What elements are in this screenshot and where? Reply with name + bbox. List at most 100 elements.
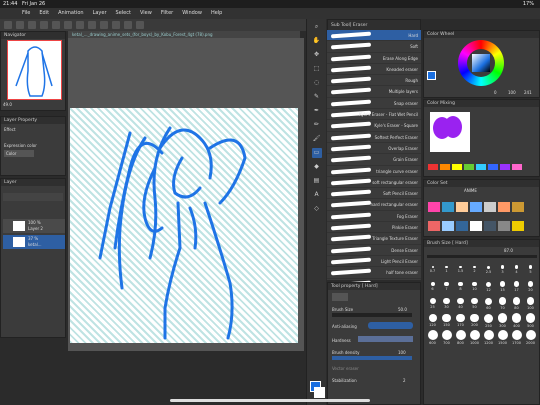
mixing-canvas[interactable]	[430, 112, 470, 152]
brush-item[interactable]: Softest Perfect Eraser	[327, 132, 421, 143]
new-icon[interactable]	[4, 21, 12, 29]
select-tool-icon[interactable]: ⬚	[312, 64, 322, 74]
color-set-grid[interactable]	[427, 198, 539, 234]
clear-icon[interactable]	[64, 21, 72, 29]
brush-size-cell[interactable]: 200	[468, 313, 481, 329]
brush-item[interactable]: Snap eraser	[327, 98, 421, 110]
brush-size-cell[interactable]: 500	[524, 313, 537, 329]
transform-icon[interactable]	[76, 21, 84, 29]
navigator-zoom[interactable]: 49.0	[3, 102, 12, 107]
sub-color-icon[interactable]	[314, 387, 325, 398]
save-icon[interactable]	[28, 21, 36, 29]
color-set-name[interactable]: ANIME	[464, 188, 477, 193]
brush-size-cell[interactable]: 30	[440, 296, 453, 312]
hardness-selector[interactable]	[358, 336, 413, 342]
menu-animation[interactable]: Animation	[58, 8, 84, 19]
current-color-swatch[interactable]	[427, 71, 436, 80]
canvas-tab[interactable]: ketal_..._drawing_anime_sets_(for_boys)_…	[68, 31, 300, 38]
figure-tool-icon[interactable]: ◇	[312, 204, 322, 214]
brush-size-cell[interactable]: 25	[426, 296, 439, 312]
brush-size-cell[interactable]: 12	[482, 279, 495, 295]
brush-item[interactable]: Triangle Texture Eraser	[327, 233, 421, 245]
brush-size-cell[interactable]: 100	[524, 296, 537, 312]
deselect-icon[interactable]	[88, 21, 96, 29]
brush-size-slider[interactable]	[332, 313, 412, 317]
brush-size-panel-slider[interactable]	[427, 255, 537, 258]
brush-size-cell[interactable]: 170	[454, 313, 467, 329]
brush-item[interactable]: half tone eraser	[327, 267, 421, 279]
brush-size-cell[interactable]: 800	[454, 330, 467, 346]
brush-size-cell[interactable]: 10	[468, 279, 481, 295]
brush-size-cell[interactable]: 120	[426, 313, 439, 329]
ruler-icon[interactable]	[136, 21, 144, 29]
brush-size-cell[interactable]: 2.5	[482, 262, 495, 278]
brush-size-cell[interactable]: 6	[426, 279, 439, 295]
invert-icon[interactable]	[100, 21, 108, 29]
snap-icon[interactable]	[124, 21, 132, 29]
move-tool-icon[interactable]: ✥	[312, 50, 322, 60]
redo-icon[interactable]	[52, 21, 60, 29]
brush-item[interactable]: Overlap Eraser	[327, 143, 421, 155]
brush-size-cell[interactable]: 400	[510, 313, 523, 329]
brush-size-cell[interactable]: 300	[496, 313, 509, 329]
menu-window[interactable]: Window	[182, 8, 202, 19]
brush-size-cell[interactable]: 3	[496, 262, 509, 278]
brush-size-cell[interactable]: 150	[440, 313, 453, 329]
eyedropper-icon[interactable]: ✎	[312, 92, 322, 102]
gradient-tool-icon[interactable]: ▤	[312, 176, 322, 186]
mixing-palette[interactable]	[427, 156, 537, 170]
menu-view[interactable]: View	[140, 8, 152, 19]
eraser-tool-icon[interactable]: ▭	[311, 148, 322, 158]
brush-item[interactable]: Erase Along Edge	[327, 53, 421, 64]
menu-edit[interactable]: Edit	[39, 8, 49, 19]
brush-size-cell[interactable]: 8	[454, 279, 467, 295]
layer-row[interactable]: 37 % ketal...	[3, 235, 65, 249]
undo-icon[interactable]	[40, 21, 48, 29]
brush-size-cell[interactable]: 4	[510, 262, 523, 278]
brush-item[interactable]: Kneaded eraser	[327, 64, 421, 76]
brush-item[interactable]: Rough	[327, 75, 421, 87]
brush-size-cell[interactable]: 0.7	[426, 262, 439, 278]
brush-item[interactable]: Multiple layers	[327, 86, 421, 98]
brush-item[interactable]: Hard	[327, 30, 421, 42]
brush-size-cell[interactable]: 60	[482, 296, 495, 312]
pen-tool-icon[interactable]: ✒	[312, 106, 322, 116]
brush-size-cell[interactable]: 1	[440, 262, 453, 278]
brush-item[interactable]: Grain Eraser	[327, 154, 421, 166]
brush-size-cell[interactable]: 50	[468, 296, 481, 312]
brush-size-cell[interactable]: 1000	[468, 330, 481, 346]
layer-row[interactable]: 100 % Layer 2	[3, 219, 65, 233]
expression-color-select[interactable]: Color	[4, 150, 34, 157]
brush-item[interactable]: Pinkie Eraser	[327, 222, 421, 234]
menu-select[interactable]: Select	[116, 8, 131, 19]
brush-size-cell[interactable]: 600	[426, 330, 439, 346]
lasso-tool-icon[interactable]: ◌	[312, 78, 322, 88]
brush-item[interactable]: Soft	[327, 41, 421, 53]
brush-size-cell[interactable]: 1500	[496, 330, 509, 346]
navigator-preview[interactable]	[7, 40, 62, 100]
brush-size-cell[interactable]: 17	[510, 279, 523, 295]
pencil-tool-icon[interactable]: ✏	[312, 120, 322, 130]
brush-tool-icon[interactable]: 🖌	[312, 134, 322, 144]
brush-size-cell[interactable]: 1200	[482, 330, 495, 346]
brush-density-slider[interactable]	[332, 356, 412, 360]
brush-size-cell[interactable]: 40	[454, 296, 467, 312]
brush-item[interactable]: triangle curve eraser	[327, 166, 421, 177]
anti-aliasing-selector[interactable]	[368, 322, 413, 329]
brush-item[interactable]: Soft Pencil Eraser	[327, 188, 421, 200]
brush-size-cell[interactable]: 2	[468, 262, 481, 278]
open-icon[interactable]	[16, 21, 24, 29]
brush-item[interactable]: Kyle's Eraser - Square	[327, 120, 421, 132]
brush-item[interactable]: Fog Eraser	[327, 211, 421, 223]
vector-eraser-label[interactable]: Vector eraser	[332, 366, 359, 371]
zoom-tool-icon[interactable]: ⌕	[312, 22, 322, 32]
brush-item[interactable]: hard rectangular eraser	[327, 199, 421, 211]
brush-size-cell[interactable]: 700	[440, 330, 453, 346]
brush-size-cell[interactable]: 1.5	[454, 262, 467, 278]
brush-size-cell[interactable]: 1700	[510, 330, 523, 346]
brush-size-cell[interactable]: 7	[440, 279, 453, 295]
menu-layer[interactable]: Layer	[93, 8, 107, 19]
brush-item[interactable]: Dense Eraser	[327, 245, 421, 256]
hue-ring[interactable]	[458, 40, 504, 86]
brush-size-cell[interactable]: 80	[510, 296, 523, 312]
